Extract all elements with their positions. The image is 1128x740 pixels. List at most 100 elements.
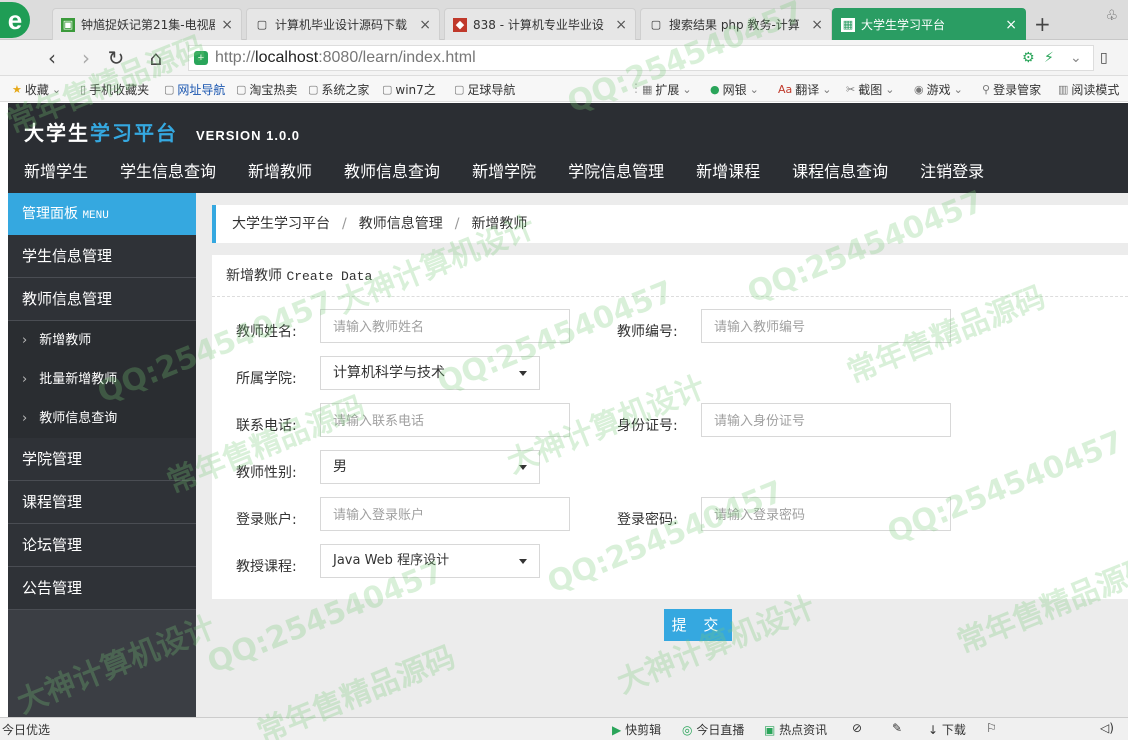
status-news[interactable]: ▣ 热点资讯 — [764, 721, 827, 738]
volume-icon[interactable]: ◁) — [1100, 721, 1114, 735]
nav-college-manage[interactable]: 学院信息管理 — [552, 155, 680, 189]
browser-tab[interactable]: ▢ 计算机毕业设计源码下载 × — [246, 8, 440, 40]
status-icon-c[interactable]: ⚐ — [986, 721, 997, 735]
close-icon[interactable]: × — [811, 17, 823, 33]
status-icon-b[interactable]: ✎ — [892, 721, 902, 735]
nav-course-query[interactable]: 课程信息查询 — [776, 155, 904, 189]
sidebar-item-college[interactable]: 学院管理 — [8, 438, 196, 481]
bookmark-item[interactable]: ▢ 系统之家 — [308, 81, 369, 98]
reload-icon[interactable]: ↻ — [104, 46, 128, 70]
page-favicon-icon: ▢ — [650, 18, 662, 31]
sidebar-item-teacher[interactable]: 教师信息管理 — [8, 278, 196, 321]
shirt-skin-icon[interactable]: ♧ — [1105, 8, 1118, 24]
close-icon[interactable]: × — [221, 17, 233, 33]
sidebar-subitem-teacher-query[interactable]: › 教师信息查询 — [8, 399, 196, 438]
breadcrumb-item[interactable]: 教师信息管理 — [359, 216, 443, 232]
url-path: :8080/learn/index.html — [318, 49, 476, 66]
nav-add-teacher[interactable]: 新增教师 — [232, 155, 328, 189]
caret-down-icon — [519, 465, 527, 470]
nav-logout[interactable]: 注销登录 — [904, 155, 1000, 189]
bookmark-item[interactable]: ▢ 网址导航 — [164, 81, 225, 98]
status-left[interactable]: 今日优选 — [2, 721, 50, 738]
speed-icon[interactable]: ⚙ — [1022, 50, 1035, 66]
url-scheme: http:// — [215, 49, 256, 66]
password-input[interactable] — [701, 497, 951, 531]
status-label: 今日直播 — [696, 723, 745, 737]
close-icon[interactable]: × — [1005, 17, 1017, 33]
chevron-down-icon: ⌄ — [682, 83, 692, 96]
close-icon[interactable]: × — [419, 17, 431, 33]
chevron-right-icon: › — [22, 411, 28, 426]
sidebar-item-forum[interactable]: 论坛管理 — [8, 524, 196, 567]
tab-title: 钟馗捉妖记第21集-电视剧 — [81, 18, 216, 32]
close-icon[interactable]: × — [615, 17, 627, 33]
name-input[interactable] — [320, 309, 570, 343]
sidebar-item-course[interactable]: 课程管理 — [8, 481, 196, 524]
back-icon[interactable]: ‹ — [40, 46, 64, 70]
course-select[interactable]: Java Web 程序设计 — [320, 544, 540, 578]
nav-add-college[interactable]: 新增学院 — [456, 155, 552, 189]
main-content: 大学生学习平台 / 教师信息管理 / 新增教师 新增教师 Create Data 教师姓… — [196, 193, 1128, 717]
bookmark-label: 淘宝热卖 — [249, 83, 298, 97]
top-nav: 新增学生 学生信息查询 新增教师 教师信息查询 新增学院 学院信息管理 新增课程… — [8, 155, 1000, 189]
sidebar-item-notice[interactable]: 公告管理 — [8, 567, 196, 610]
dropdown-icon[interactable]: ⌄ — [1070, 50, 1082, 66]
bookmark-label: 手机收藏夹 — [89, 83, 150, 97]
nav-teacher-query[interactable]: 教师信息查询 — [328, 155, 456, 189]
toolbar-login-manager[interactable]: ⚲ 登录管家 — [982, 81, 1041, 98]
chevron-right-icon: › — [22, 333, 28, 348]
nav-student-query[interactable]: 学生信息查询 — [104, 155, 232, 189]
mobile-icon[interactable]: ▯ — [1100, 50, 1108, 66]
browser-tab[interactable]: ▣ 钟馗捉妖记第21集-电视剧 × — [52, 8, 242, 40]
toolbar-reader[interactable]: ▥ 阅读模式 — [1058, 81, 1119, 98]
status-icon-a[interactable]: ⊘ — [852, 721, 862, 735]
status-live[interactable]: ◎ 今日直播 — [682, 721, 744, 738]
toolbar-label: 翻译 — [795, 83, 820, 97]
submit-button[interactable]: 提 交 — [664, 609, 732, 641]
browser-tab[interactable]: ▢ 搜索结果 php 教务-计算 × — [640, 8, 832, 40]
bookmark-item[interactable]: ▢ win7之 — [382, 81, 436, 98]
toolbar-extension[interactable]: ▦ 扩展 ⌄ — [642, 81, 692, 98]
toolbar-screenshot[interactable]: ✂ 截图 ⌄ — [846, 81, 894, 98]
bookmark-item[interactable]: ▢ 足球导航 — [454, 81, 515, 98]
book-icon: ▥ — [1058, 83, 1069, 96]
status-download[interactable]: ↓ 下载 — [928, 721, 966, 738]
more-icon[interactable]: ⋮ — [630, 81, 642, 95]
nav-add-student[interactable]: 新增学生 — [8, 155, 104, 189]
toolbar-game[interactable]: ◉ 游戏 ⌄ — [914, 81, 963, 98]
gender-select[interactable]: 男 — [320, 450, 540, 484]
phone-input[interactable] — [320, 403, 570, 437]
sidebar-subitem-batch-add[interactable]: › 批量新增教师 — [8, 360, 196, 399]
lightning-icon[interactable]: ⚡ — [1044, 50, 1054, 66]
account-input[interactable] — [320, 497, 570, 531]
browser-tab[interactable]: ◆ 838 - 计算机专业毕业设 × — [444, 8, 636, 40]
idcard-input[interactable] — [701, 403, 951, 437]
bookmark-item[interactable]: ★ 收藏 ⌄ — [12, 81, 61, 98]
forward-icon[interactable]: › — [74, 46, 98, 70]
sidebar-subitem-add-teacher[interactable]: › 新增教师 — [8, 321, 196, 360]
bookmark-item[interactable]: ▢ 淘宝热卖 — [236, 81, 297, 98]
gender-label: 教师性别: — [236, 465, 297, 481]
number-input[interactable] — [701, 309, 951, 343]
form-panel: 新增教师 Create Data 教师姓名: 教师编号: 所属学院: 计算机科学… — [212, 255, 1128, 599]
sidebar: 管理面板 MENU 学生信息管理 教师信息管理 › 新增教师 › 批量新增教师 › 教… — [8, 193, 196, 717]
status-quick-clip[interactable]: ▶ 快剪辑 — [612, 721, 661, 738]
account-label: 登录账户: — [236, 512, 297, 528]
chevron-down-icon: ⌄ — [51, 83, 62, 96]
bookmark-item[interactable]: ▯ 手机收藏夹 — [80, 81, 149, 98]
breadcrumb-item[interactable]: 大学生学习平台 — [232, 216, 330, 232]
url-input[interactable]: + http://localhost:8080/learn/index.html — [188, 45, 1094, 71]
toolbar-bank[interactable]: ● 网银 ⌄ — [710, 81, 759, 98]
home-icon[interactable]: ⌂ — [144, 46, 168, 70]
sidebar-item-student[interactable]: 学生信息管理 — [8, 235, 196, 278]
nav-add-course[interactable]: 新增课程 — [680, 155, 776, 189]
bookmark-label: 网址导航 — [177, 83, 226, 97]
new-tab-icon[interactable]: + — [1034, 12, 1051, 36]
browser-tab-active[interactable]: ▦ 大学生学习平台 × — [832, 8, 1026, 40]
college-select[interactable]: 计算机科学与技术 — [320, 356, 540, 390]
browser-tab-bar: e ▣ 钟馗捉妖记第21集-电视剧 × ▢ 计算机毕业设计源码下载 × ◆ 83… — [0, 0, 1128, 40]
bank-icon: ● — [710, 83, 720, 96]
status-label: 下载 — [941, 723, 966, 737]
status-label: 热点资讯 — [779, 723, 828, 737]
toolbar-translate[interactable]: Aa 翻译 ⌄ — [778, 81, 832, 98]
